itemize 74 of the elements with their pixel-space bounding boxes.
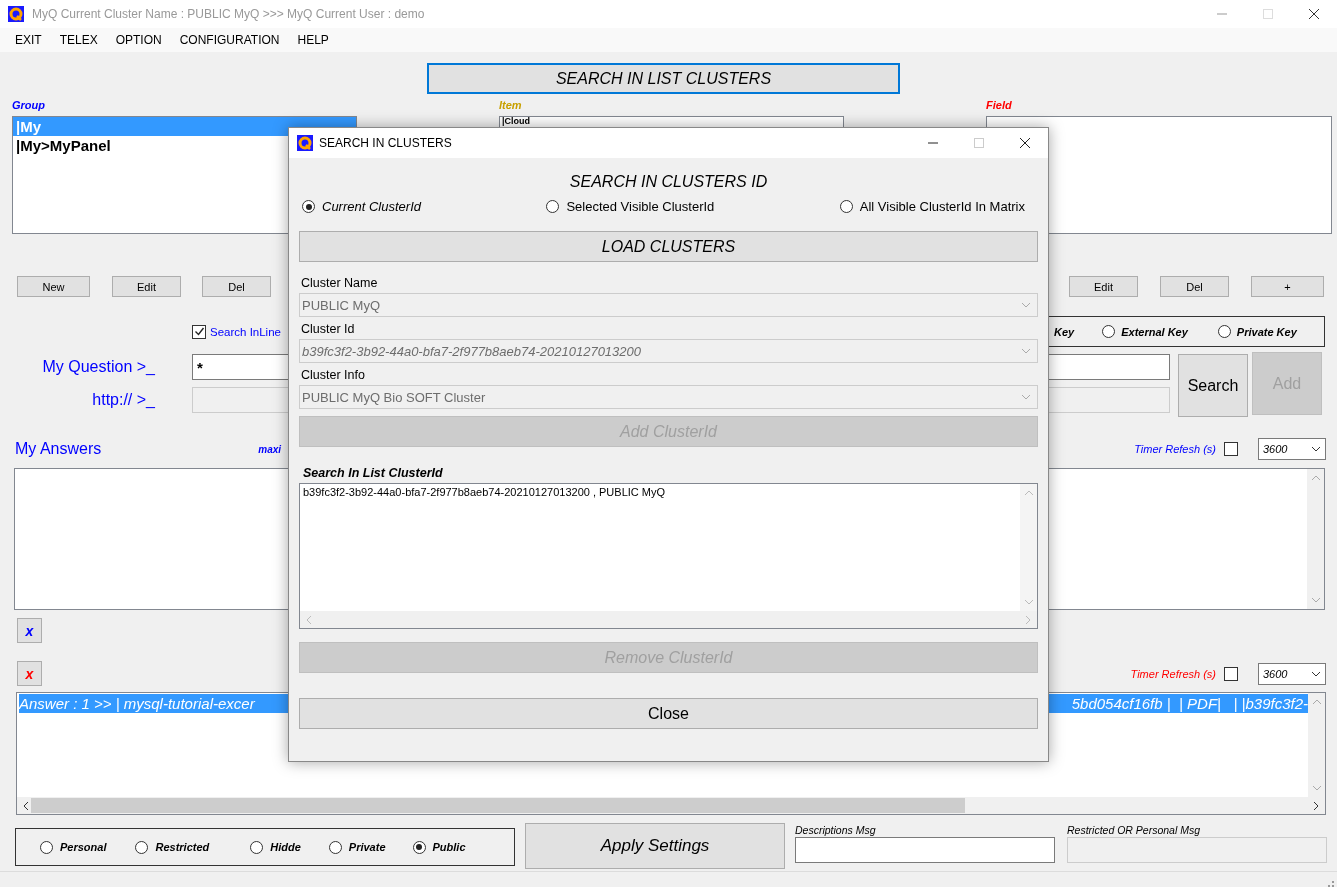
scrollbar[interactable] bbox=[1308, 693, 1325, 797]
field-label: Cluster Info bbox=[301, 368, 366, 382]
app-logo-icon bbox=[8, 6, 24, 22]
dialog-heading: SEARCH IN CLUSTERS ID bbox=[568, 173, 769, 192]
group-label: Group bbox=[12, 99, 46, 112]
field-label: Cluster Id bbox=[301, 322, 356, 336]
menu-item[interactable]: HELP bbox=[290, 33, 336, 47]
chevron-down-icon bbox=[1311, 670, 1321, 677]
scrollbar[interactable] bbox=[1307, 469, 1324, 609]
visibility-radio[interactable]: Hidde bbox=[250, 840, 301, 854]
field-action-button[interactable]: Del bbox=[1160, 276, 1229, 297]
chevron-down-icon bbox=[1021, 302, 1031, 308]
close-button[interactable]: Close bbox=[299, 698, 1038, 729]
search-inline-checkbox[interactable] bbox=[192, 324, 206, 339]
search-inline-label: Search InLine bbox=[210, 325, 281, 338]
menu-item[interactable]: CONFIGURATION bbox=[172, 33, 287, 47]
chevron-down-icon bbox=[1021, 394, 1031, 400]
timer-checkbox[interactable] bbox=[1224, 442, 1238, 456]
descriptions-msg-label: Descriptions Msg bbox=[795, 824, 877, 837]
restricted-msg-label: Restricted OR Personal Msg bbox=[1067, 824, 1202, 837]
field-action-button[interactable]: + bbox=[1251, 276, 1324, 297]
chevron-right-icon[interactable] bbox=[1313, 800, 1319, 811]
chevron-up-icon[interactable] bbox=[1023, 490, 1034, 496]
search-button[interactable]: Search bbox=[1178, 354, 1248, 417]
timer-select[interactable]: 3600 bbox=[1258, 438, 1326, 460]
menu-item[interactable]: EXIT bbox=[8, 33, 49, 47]
search-list-clusters-button[interactable]: SEARCH IN LIST CLUSTERS bbox=[427, 63, 900, 94]
group-action-button[interactable]: Del bbox=[202, 276, 271, 297]
chevron-down-icon[interactable] bbox=[1310, 597, 1321, 603]
key-option-label: Key bbox=[1054, 325, 1075, 338]
window-title: MyQ Current Cluster Name : PUBLIC MyQ >>> MyQ Current User : demo bbox=[32, 7, 425, 21]
item-label: Item bbox=[499, 99, 523, 112]
answers-label: My Answers bbox=[15, 440, 102, 458]
scrollbar[interactable] bbox=[1020, 484, 1037, 611]
chevron-down-icon bbox=[1021, 348, 1031, 354]
chevron-left-icon[interactable] bbox=[23, 800, 29, 811]
chevron-up-icon[interactable] bbox=[1310, 475, 1321, 481]
dialog-title: SEARCH IN CLUSTERS bbox=[319, 136, 452, 150]
scope-radio[interactable]: All Visible ClusterId In Matrix bbox=[839, 199, 1025, 214]
url-label: http:// >_ bbox=[91, 390, 156, 409]
list-item[interactable]: b39fc3f2-3b92-44a0-bfa7-2f977b8aeb74-20210127013200 , PUBLIC MyQ bbox=[303, 486, 1017, 498]
list-label: Search In List ClusterId bbox=[303, 466, 444, 480]
field-label: Field bbox=[986, 99, 1013, 112]
descriptions-msg-input[interactable] bbox=[795, 837, 1055, 863]
menu-item[interactable]: OPTION bbox=[108, 33, 169, 47]
timer-label: Timer Refesh (s) bbox=[1134, 443, 1216, 455]
item-list[interactable]: |Cloud bbox=[499, 116, 844, 127]
chevron-up-icon[interactable] bbox=[1311, 699, 1322, 705]
visibility-radio[interactable]: Personal bbox=[40, 840, 107, 854]
max-label: maxi bbox=[258, 443, 282, 455]
timer-label: Timer Refresh (s) bbox=[1130, 667, 1216, 680]
key-radio[interactable]: External Key bbox=[1102, 325, 1188, 338]
chevron-down-icon[interactable] bbox=[1023, 599, 1034, 605]
menu-item[interactable]: TELEX bbox=[52, 33, 105, 47]
group-action-button[interactable]: New bbox=[17, 276, 90, 297]
clear-button[interactable]: x bbox=[17, 618, 42, 643]
chevron-down-icon[interactable] bbox=[1311, 785, 1322, 791]
scope-radio[interactable]: Current ClusterId bbox=[302, 199, 421, 214]
field-label: Cluster Name bbox=[301, 276, 379, 290]
timer-select[interactable]: 3600 bbox=[1258, 662, 1326, 685]
load-clusters-button[interactable]: LOAD CLUSTERS bbox=[299, 231, 1038, 262]
app-logo-icon bbox=[297, 135, 313, 151]
visibility-radio[interactable]: Public bbox=[412, 840, 466, 854]
visibility-radio[interactable]: Private bbox=[328, 840, 386, 854]
question-label: My Question >_ bbox=[41, 358, 156, 376]
apply-settings-button[interactable]: Apply Settings bbox=[525, 823, 785, 869]
key-radio[interactable]: Private Key bbox=[1217, 325, 1297, 338]
chevron-down-icon bbox=[1311, 446, 1321, 452]
field-action-button[interactable]: Edit bbox=[1069, 276, 1138, 297]
visibility-radio[interactable]: Restricted bbox=[135, 840, 210, 854]
timer-checkbox[interactable] bbox=[1224, 666, 1238, 681]
group-action-button[interactable]: Edit bbox=[112, 276, 181, 297]
horizontal-scrollbar[interactable] bbox=[17, 797, 1325, 814]
scope-radio[interactable]: Selected Visible ClusterId bbox=[546, 199, 715, 214]
